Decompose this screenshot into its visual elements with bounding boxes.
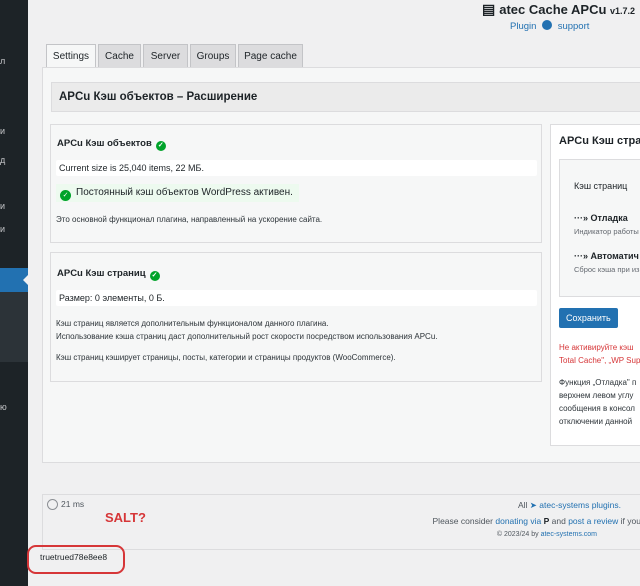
debug-option[interactable]: ···» Отладка [574, 213, 628, 223]
plugin-version: v1.7.2 [610, 6, 636, 16]
note-line1: Функция „Отладка" п [559, 378, 637, 387]
footer-donate-line: Please consider donating via P and post … [432, 516, 640, 526]
auto-option[interactable]: ···» Автоматич [574, 251, 639, 261]
object-cache-size: Current size is 25,040 items, 22 МБ. [56, 160, 537, 176]
support-link[interactable]: support [558, 21, 590, 32]
sidebar-fragment[interactable]: л [0, 56, 5, 66]
object-cache-status: ✓ Постоянный кэш объектов WordPress актив… [56, 184, 299, 202]
note-line4: отключении данной [559, 417, 633, 426]
sidebar-fragment[interactable]: и [0, 201, 5, 211]
page-cache-size: Размер: 0 элементы, 0 Б. [56, 290, 537, 306]
globe-icon [542, 20, 553, 30]
check-circle-icon: ✓ [60, 190, 71, 201]
object-cache-description: Это основной функционал плагина, направл… [56, 215, 323, 224]
paypal-icon: P [543, 516, 550, 526]
atec-arrow-icon: ➤ [529, 500, 537, 510]
tab-server[interactable]: Server [143, 44, 188, 68]
sidebar-fragment[interactable]: д [0, 155, 5, 165]
plugins-link[interactable]: atec-systems plugins. [539, 500, 621, 510]
panel-title: APCu Кэш объектов – Расширение [59, 91, 258, 103]
brand-links: Plugin support [510, 20, 589, 32]
salt-annotation: SALT? [105, 510, 146, 525]
warning-line2: Total Cache", „WP Sup [559, 356, 640, 365]
warning-line1: Не активируйте кэш [559, 343, 634, 352]
salt-value: truetrued78e8ee8 [40, 552, 108, 562]
admin-sidebar: л и д и и ю [0, 0, 28, 586]
sidebar-fragment[interactable]: и [0, 126, 5, 136]
footer-copyright: © 2023/24 by atec-systems.com [496, 531, 597, 538]
plugin-brand: ▤ atec Cache APCu v1.7.2 [482, 1, 635, 18]
page-cache-box: APCu Кэш страниц ✓ Размер: 0 элементы, 0 … [50, 252, 542, 382]
tab-page-cache[interactable]: Page cache [238, 44, 303, 68]
clock-icon [47, 499, 58, 510]
atec-logo-icon: ▤ [482, 1, 496, 17]
sidebar-submenu [0, 292, 28, 362]
render-time: 21 ms [61, 499, 85, 509]
tab-groups[interactable]: Groups [190, 44, 236, 68]
check-circle-icon: ✓ [155, 141, 166, 151]
sidebar-fragment[interactable]: ю [0, 402, 7, 412]
note-line3: сообщения в консол [559, 404, 635, 413]
page-cache-options: Кэш страниц ···» Отладка Индикатор работ… [559, 159, 640, 297]
sidebar-fragment[interactable]: и [0, 224, 5, 234]
page-cache-settings: APCu Кэш стран Кэш страниц ···» Отладка … [550, 124, 640, 446]
note-line2: верхнем левом углу [559, 391, 634, 400]
object-cache-box: APCu Кэш объектов ✓ Current size is 25,04… [50, 124, 542, 243]
footer-plugins-line: All ➤ atec-systems plugins. [517, 500, 621, 510]
tab-settings[interactable]: Settings [46, 44, 96, 69]
object-cache-heading: APCu Кэш объектов ✓ [57, 138, 166, 151]
sidebar-active-item[interactable] [0, 268, 28, 292]
page-cache-desc1: Кэш страниц является дополнительным функ… [56, 319, 329, 328]
page-cache-desc3: Кэш страниц кэширует страницы, посты, ка… [56, 353, 396, 362]
check-circle-icon: ✓ [149, 271, 160, 281]
plugin-footer: 21 ms SALT? All ➤ atec-systems plugins. … [42, 494, 640, 550]
site-link[interactable]: atec-systems.com [541, 531, 597, 538]
plugin-title: atec Cache APCu [499, 2, 607, 17]
debug-description: Индикатор работы [574, 227, 639, 236]
auto-description: Сброс кэша при из [574, 265, 640, 274]
tab-cache[interactable]: Cache [98, 44, 141, 68]
page-cache-section-label: Кэш страниц [574, 181, 628, 191]
plugin-link[interactable]: Plugin [510, 21, 536, 32]
right-panel-title: APCu Кэш стран [559, 135, 640, 147]
review-link[interactable]: post a review [568, 516, 618, 526]
save-button[interactable]: Сохранить [559, 308, 618, 328]
panel-header: APCu Кэш объектов – Расширение [51, 82, 640, 112]
donate-link[interactable]: donating via [495, 516, 541, 526]
page-cache-desc2: Использование кэша страниц даст дополнит… [56, 332, 438, 341]
page-cache-heading: APCu Кэш страниц ✓ [57, 268, 160, 281]
